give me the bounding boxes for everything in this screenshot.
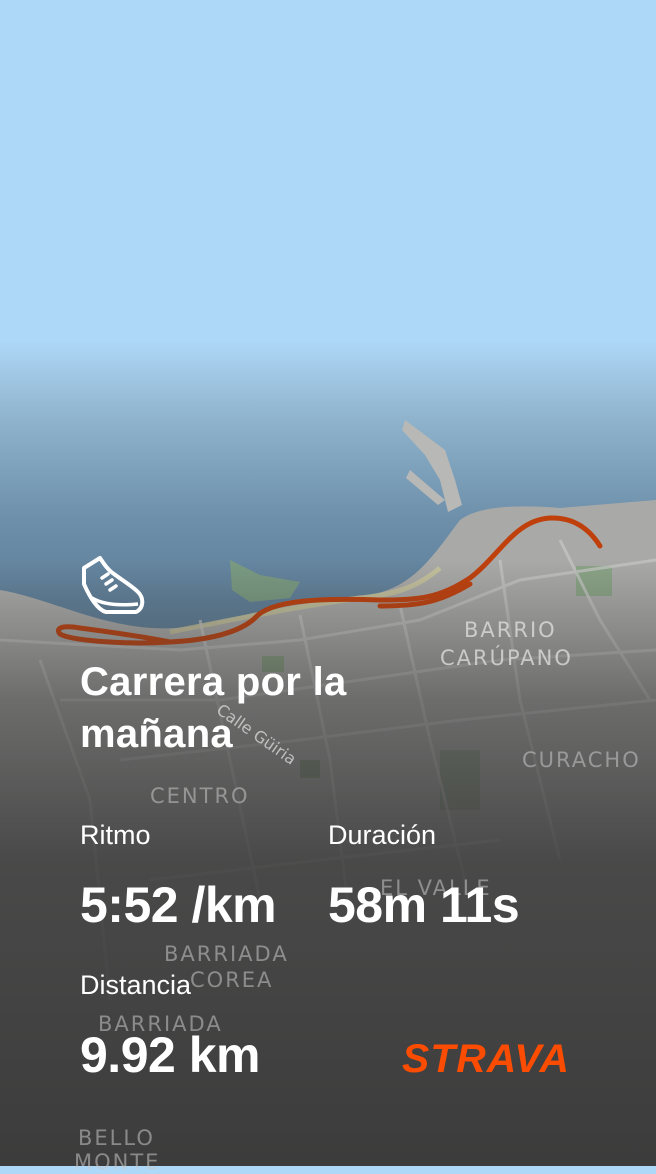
pace-label: Ritmo	[80, 820, 151, 850]
map-place-label: BARRIADA	[164, 942, 289, 966]
strava-logo-text: STRAVA	[402, 1037, 570, 1076]
distance-label: Distancia	[80, 970, 192, 1000]
distance-value: 9.92 km	[80, 1027, 260, 1083]
strava-logo: STRAVA	[402, 1037, 570, 1076]
activity-card: BARRIO CARÚPANO CURACHO CENTRO EL VALLE …	[0, 0, 656, 1174]
running-shoe-icon	[82, 556, 145, 614]
map-place-label: BELLO	[78, 1126, 155, 1150]
map-place-label: COREA	[190, 968, 274, 992]
duration-value: 58m 11s	[328, 877, 520, 933]
map-place-label: CURACHO	[522, 748, 641, 772]
map-place-label: BARRIO	[464, 618, 557, 642]
map-place-label: MONTE	[74, 1150, 161, 1174]
map-place-label: CENTRO	[150, 784, 250, 808]
pace-value: 5:52 /km	[80, 877, 277, 933]
duration-label: Duración	[328, 820, 437, 850]
activity-title: Carrera por la mañana	[80, 660, 347, 756]
